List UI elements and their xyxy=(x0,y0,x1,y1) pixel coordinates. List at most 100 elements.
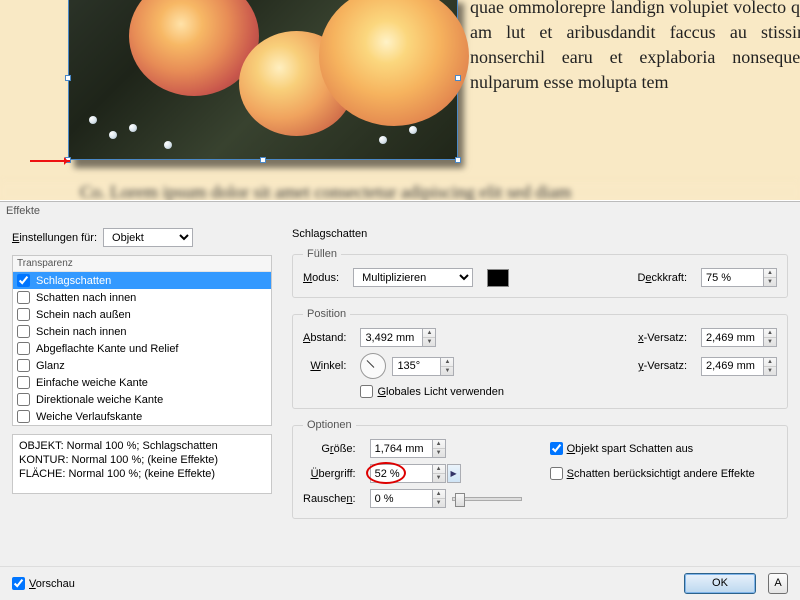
effect-checkbox[interactable] xyxy=(17,274,30,287)
effect-checkbox[interactable] xyxy=(17,325,30,338)
noise-input[interactable] xyxy=(370,489,432,508)
spin-down-icon[interactable]: ▼ xyxy=(433,499,445,507)
angle-label: Winkel: xyxy=(303,360,346,372)
selected-image-frame[interactable] xyxy=(68,0,458,160)
effect-label: Glanz xyxy=(36,360,65,372)
effect-checkbox[interactable] xyxy=(17,291,30,304)
global-light-checkbox[interactable] xyxy=(360,385,373,398)
yoffset-spinner[interactable]: ▲▼ xyxy=(701,357,777,376)
effect-item[interactable]: Schein nach innen xyxy=(13,323,271,340)
effect-item[interactable]: Schlagschatten xyxy=(13,272,271,289)
spin-down-icon[interactable]: ▼ xyxy=(441,367,453,375)
spin-up-icon[interactable]: ▲ xyxy=(433,440,445,449)
effect-item[interactable]: Abgeflachte Kante und Relief xyxy=(13,340,271,357)
options-legend: Optionen xyxy=(303,419,356,431)
preview-checkbox[interactable] xyxy=(12,577,25,590)
effect-checkbox[interactable] xyxy=(17,376,30,389)
summary-line: KONTUR: Normal 100 %; (keine Effekte) xyxy=(19,453,265,467)
effect-label: Weiche Verlaufskante xyxy=(36,411,142,423)
crystal-graphic xyxy=(164,141,172,149)
spin-up-icon[interactable]: ▲ xyxy=(764,358,776,367)
summary-line: OBJEKT: Normal 100 %; Schlagschatten xyxy=(19,439,265,453)
effect-item[interactable]: Weiche Verlaufskante xyxy=(13,408,271,425)
knockout-checkbox[interactable] xyxy=(550,442,563,455)
spin-up-icon[interactable]: ▲ xyxy=(433,465,445,474)
effect-label: Abgeflachte Kante und Relief xyxy=(36,343,179,355)
noise-label: Rauschen: xyxy=(303,493,356,505)
noise-spinner[interactable]: ▲▼ xyxy=(370,489,446,508)
cancel-button[interactable]: A xyxy=(768,573,788,594)
fill-legend: Füllen xyxy=(303,248,341,260)
spin-up-icon[interactable]: ▲ xyxy=(433,490,445,499)
distance-spinner[interactable]: ▲▼ xyxy=(360,328,454,347)
angle-input[interactable] xyxy=(392,357,440,376)
effect-item[interactable]: Schatten nach innen xyxy=(13,289,271,306)
fill-group: Füllen Modus: Multiplizieren Deckkraft: … xyxy=(292,248,788,298)
effect-checkbox[interactable] xyxy=(17,342,30,355)
effect-checkbox[interactable] xyxy=(17,410,30,423)
spin-down-icon[interactable]: ▼ xyxy=(433,474,445,482)
opacity-spinner[interactable]: ▲▼ xyxy=(701,268,777,287)
dialog-title: Effekte xyxy=(0,202,800,220)
spread-spinner[interactable]: ▲▼ xyxy=(370,464,446,483)
spread-flyout-button[interactable]: ▶ xyxy=(447,464,461,483)
spin-down-icon[interactable]: ▼ xyxy=(423,338,435,346)
spin-down-icon[interactable]: ▼ xyxy=(764,338,776,346)
opacity-input[interactable] xyxy=(701,268,763,287)
settings-for-label: Einstellungen für: xyxy=(12,232,97,244)
yoffset-label: y-Versatz: xyxy=(638,360,687,372)
spread-input[interactable] xyxy=(370,464,432,483)
xoffset-spinner[interactable]: ▲▼ xyxy=(701,328,777,347)
noise-slider[interactable] xyxy=(452,497,522,501)
selection-handle[interactable] xyxy=(65,75,71,81)
opacity-label: Deckkraft: xyxy=(637,272,687,284)
xoffset-input[interactable] xyxy=(701,328,763,347)
effects-list: Transparenz SchlagschattenSchatten nach … xyxy=(12,255,272,426)
size-input[interactable] xyxy=(370,439,432,458)
effect-item[interactable]: Schein nach außen xyxy=(13,306,271,323)
effect-item[interactable]: Glanz xyxy=(13,357,271,374)
preview-label: Vorschau xyxy=(29,578,75,590)
effect-checkbox[interactable] xyxy=(17,393,30,406)
spin-up-icon[interactable]: ▲ xyxy=(764,329,776,338)
crystal-graphic xyxy=(379,136,387,144)
spin-down-icon[interactable]: ▼ xyxy=(433,449,445,457)
yoffset-input[interactable] xyxy=(701,357,763,376)
global-light-label: Globales Licht verwenden xyxy=(377,386,504,398)
honors-checkbox[interactable] xyxy=(550,467,563,480)
angle-dial[interactable] xyxy=(360,353,386,379)
color-swatch[interactable] xyxy=(487,269,509,287)
effect-label: Schein nach innen xyxy=(36,326,127,338)
blurred-text: Co. Lorem ipsum dolor sit amet consectet… xyxy=(0,182,800,200)
size-spinner[interactable]: ▲▼ xyxy=(370,439,522,458)
effect-checkbox[interactable] xyxy=(17,359,30,372)
selection-handle[interactable] xyxy=(260,157,266,163)
spin-up-icon[interactable]: ▲ xyxy=(764,269,776,278)
settings-for-select[interactable]: Objekt xyxy=(103,228,193,247)
effect-item[interactable]: Direktionale weiche Kante xyxy=(13,391,271,408)
dialog-button-row: Vorschau OK A xyxy=(0,566,800,600)
selection-handle[interactable] xyxy=(455,157,461,163)
effects-dialog: Effekte Einstellungen für: Objekt Transp… xyxy=(0,201,800,600)
effect-checkbox[interactable] xyxy=(17,308,30,321)
effect-item[interactable]: Einfache weiche Kante xyxy=(13,374,271,391)
crystal-graphic xyxy=(89,116,97,124)
document-canvas: quae ommolorepre landign volupiet volect… xyxy=(0,0,800,200)
spin-up-icon[interactable]: ▲ xyxy=(441,358,453,367)
ok-button[interactable]: OK xyxy=(684,573,756,594)
size-label: Größe: xyxy=(303,443,356,455)
spin-down-icon[interactable]: ▼ xyxy=(764,367,776,375)
angle-spinner[interactable]: ▲▼ xyxy=(392,357,454,376)
body-text: quae ommolorepre landign volupiet volect… xyxy=(470,0,800,95)
mode-select[interactable]: Multiplizieren xyxy=(353,268,473,287)
effect-label: Schein nach außen xyxy=(36,309,131,321)
honors-label: Schatten berücksichtigt andere Effekte xyxy=(567,468,755,480)
distance-input[interactable] xyxy=(360,328,422,347)
xoffset-label: x-Versatz: xyxy=(638,332,687,344)
effects-summary: OBJEKT: Normal 100 %; SchlagschattenKONT… xyxy=(12,434,272,494)
spin-up-icon[interactable]: ▲ xyxy=(423,329,435,338)
selection-handle[interactable] xyxy=(455,75,461,81)
spin-down-icon[interactable]: ▼ xyxy=(764,278,776,286)
distance-label: Abstand: xyxy=(303,332,346,344)
effect-label: Schatten nach innen xyxy=(36,292,136,304)
